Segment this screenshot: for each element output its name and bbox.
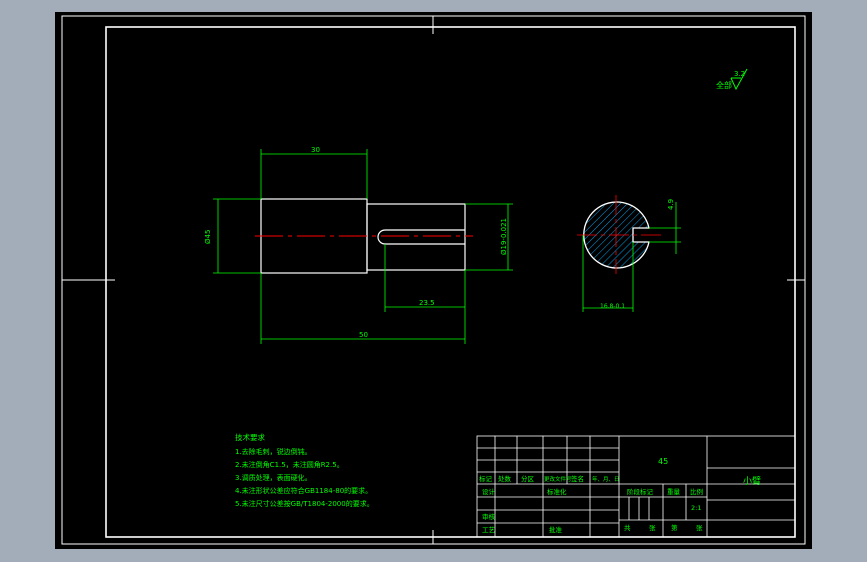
sheet-label: 张	[649, 523, 656, 532]
header-label: 标记	[479, 474, 493, 483]
header-label: 分区	[521, 474, 535, 483]
header-label: 处数	[498, 474, 512, 483]
roughness-value: 3.2	[734, 70, 745, 78]
weight-label: 重量	[667, 488, 681, 496]
header-label: 签名	[571, 474, 584, 483]
note-line: 4.未注形状公差应符合GB1184-80的要求。	[235, 486, 372, 495]
stage-mark-label: 阶段标记	[627, 487, 654, 496]
standard-label: 标准化	[547, 487, 567, 496]
header-label: 年、月、日	[592, 475, 620, 483]
part-name: 小臂	[743, 475, 761, 487]
main-dimensions	[213, 149, 513, 344]
keyway-outline	[377, 229, 465, 245]
drawing-frame	[105, 26, 796, 538]
dim-length-23-5: 23.5	[419, 299, 435, 307]
dimension-labels: 30 Ø45 Ø19-0.021 23.5 50	[204, 146, 508, 339]
scale-value: 2:1	[691, 504, 701, 512]
sheet-label: 张	[696, 523, 703, 532]
material-label: 45	[658, 457, 668, 466]
centering-marks	[62, 16, 805, 544]
sheet-label: 共	[624, 523, 631, 532]
scale-label: 比例	[690, 487, 703, 496]
shaft-small-section	[366, 203, 466, 271]
design-label: 设计	[482, 487, 496, 496]
note-line: 3.调质处理，表面硬化。	[235, 473, 312, 482]
dim-diameter-shaft: Ø19-0.021	[500, 218, 508, 255]
header-label: 更改文件号	[544, 475, 572, 483]
dim-diameter-45: Ø45	[204, 230, 212, 244]
note-line: 1.去除毛刺，锐边倒钝。	[235, 447, 312, 456]
notes-title: 技术要求	[235, 432, 265, 442]
roughness-prefix: 全部	[716, 80, 732, 90]
note-line: 5.未注尺寸公差按GB/T1804-2000的要求。	[235, 499, 374, 508]
note-line: 2.未注倒角C1.5，未注圆角R2.5。	[235, 460, 344, 469]
check-label: 审核	[482, 512, 496, 521]
cad-drawing: 全部 3.2 30 Ø45 Ø19-0.021 23.5 50 4.9 16.8…	[61, 15, 806, 545]
dim-length-30: 30	[311, 146, 320, 154]
drawing-canvas: 全部 3.2 30 Ø45 Ø19-0.021 23.5 50 4.9 16.8…	[55, 12, 812, 549]
technical-notes: 技术要求 1.去除毛刺，锐边倒钝。 2.未注倒角C1.5，未注圆角R2.5。 3…	[235, 432, 374, 508]
process-label: 工艺	[482, 526, 496, 534]
sheet-label: 第	[671, 523, 678, 532]
dim-key-depth: 4.9	[667, 199, 675, 210]
dim-length-50: 50	[359, 331, 368, 339]
title-block-text: 45 小臂 标记 处数 分区 更改文件号 签名 年、月、日 设计 标准化 审核 …	[479, 457, 761, 534]
approve-label: 批准	[549, 525, 563, 534]
shaft-main-view	[255, 198, 473, 274]
sheet-border	[61, 15, 806, 545]
section-view	[577, 195, 661, 274]
dim-section-width: 16.8-0.1	[600, 303, 625, 310]
roughness-symbol: 全部 3.2	[716, 68, 748, 91]
